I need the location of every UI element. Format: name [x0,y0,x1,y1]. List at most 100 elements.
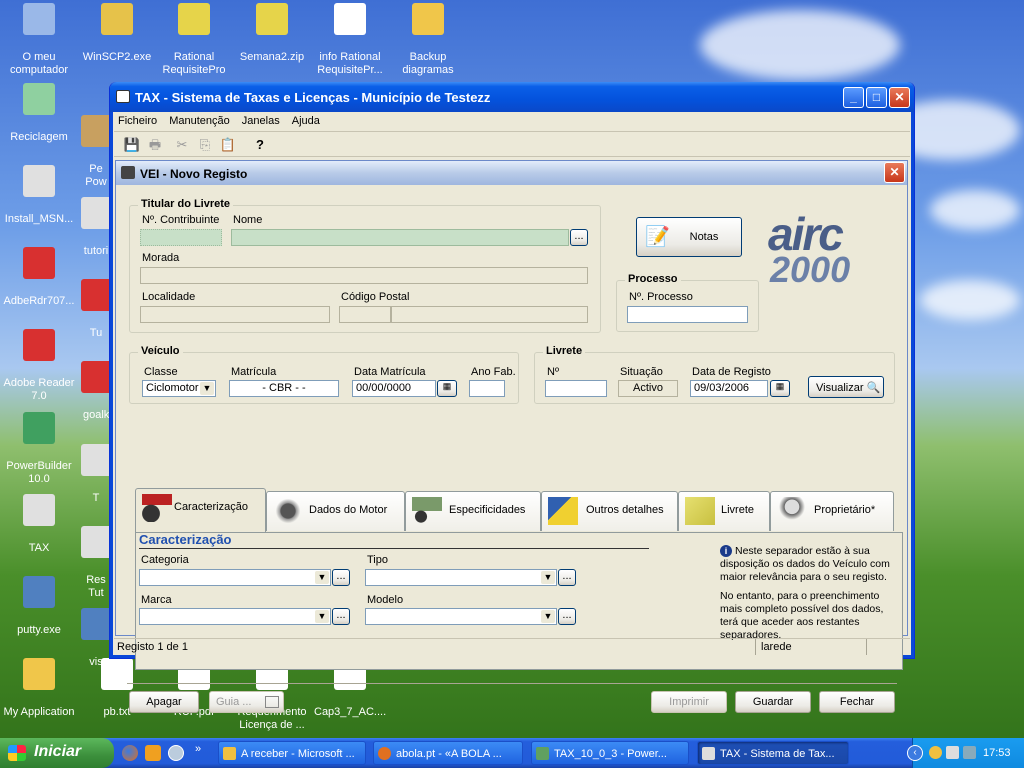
desktop-icon[interactable]: goalk [81,361,111,422]
task-tax[interactable]: TAX - Sistema de Tax... [697,741,849,765]
codpostal-field[interactable] [339,306,391,323]
desktop-icon[interactable]: TAX [1,494,77,555]
desktop-icon[interactable]: Backup diagramas [390,3,466,77]
classe-value: Ciclomotor [146,382,199,394]
categoria-select[interactable]: ▼ [139,569,331,586]
help-icon[interactable]: ? [250,136,270,154]
ie-icon[interactable] [168,745,184,761]
anofab-field[interactable] [469,380,505,397]
datamat-field[interactable]: 00/00/0000 [352,380,436,397]
file-icon [23,83,55,115]
desktop-icon[interactable]: Semana2.zip [234,3,310,64]
chevron-left-icon[interactable]: ‹ [907,745,923,761]
visualizar-button[interactable]: Visualizar 🔍 [808,376,884,398]
tipo-browse-button[interactable]: ... [558,569,576,586]
matricula-field[interactable]: - CBR - - [229,380,339,397]
desktop-icon[interactable]: info Rational RequisitePr... [312,3,388,77]
desktop-icon-label: Pe Pow [85,163,107,188]
datamat-calendar-icon[interactable]: ▦ [437,380,457,397]
tab-livrete[interactable]: Livrete [678,491,770,531]
desktop-icon[interactable]: Adobe Reader 7.0 [1,329,77,403]
guia-button[interactable]: Guia ... [209,691,284,713]
quicklaunch-icon[interactable] [145,745,161,761]
desktop-icon[interactable]: WinSCP2.exe [79,3,155,64]
modelo-select[interactable]: ▼ [365,608,557,625]
nome-field[interactable] [231,229,569,246]
minimize-button[interactable]: _ [843,87,864,108]
start-button[interactable]: Iniciar [0,738,114,768]
categoria-browse-button[interactable]: ... [332,569,350,586]
desktop-icon[interactable]: PowerBuilder 10.0 [1,412,77,486]
menu-ficheiro[interactable]: Ficheiro [114,112,162,127]
tray-icon-3[interactable] [963,746,976,759]
clock[interactable]: 17:53 [983,747,1011,759]
desktop-icon[interactable]: Tu [81,279,111,340]
maximize-button[interactable]: □ [866,87,887,108]
codpostal-label: Código Postal [341,291,410,303]
classe-select[interactable]: Ciclomotor ▼ [142,380,216,397]
menu-ajuda[interactable]: Ajuda [288,112,325,127]
desktop-icon[interactable]: tutori [81,197,111,258]
desktop-icon[interactable]: Pe Pow [81,115,111,189]
tray-icon-1[interactable] [929,746,942,759]
save-icon[interactable]: 💾 [122,136,142,154]
tab-caracterizacao[interactable]: Caracterização [135,488,266,533]
livrete-n-field[interactable] [545,380,607,397]
desktop-icon[interactable]: My Application [1,658,77,719]
marca-browse-button[interactable]: ... [332,608,350,625]
desktop-icon[interactable]: T [81,444,111,505]
morada-field[interactable] [140,267,588,284]
title-bar[interactable]: TAX - Sistema de Taxas e Licenças - Muni… [110,82,914,112]
dialog-close-button[interactable]: ✕ [884,162,905,183]
cut-icon[interactable]: ✂ [172,136,192,154]
file-icon [334,3,366,35]
notas-button[interactable]: 📝 Notas [636,217,742,257]
firefox-icon[interactable] [122,745,138,761]
marca-select[interactable]: ▼ [139,608,331,625]
datamat-label: Data Matrícula [354,366,426,378]
tab-proprietario[interactable]: Proprietário* [770,491,894,531]
file-icon [23,658,55,690]
task-powerbuilder[interactable]: TAX_10_0_3 - Power... [531,741,689,765]
dataregisto-calendar-icon[interactable]: ▦ [770,380,790,397]
copy-icon[interactable]: ⎘ [195,136,215,154]
desktop-icon[interactable]: Res Tut [81,526,111,600]
dataregisto-field[interactable]: 09/03/2006 [690,380,768,397]
fechar-button[interactable]: Fechar [819,691,895,713]
tab-especificidades[interactable]: Especificidades [405,491,541,531]
codpostal-desc-field[interactable] [391,306,588,323]
tipo-select[interactable]: ▼ [365,569,557,586]
imprimir-button[interactable]: Imprimir [651,691,727,713]
guardar-button[interactable]: Guardar [735,691,811,713]
localidade-field[interactable] [140,306,330,323]
modelo-browse-button[interactable]: ... [558,608,576,625]
task-outlook[interactable]: A receber - Microsoft ... [218,741,366,765]
desktop-icon[interactable]: O meu computador [1,3,77,77]
desktop-icon[interactable]: AdbeRdr707... [1,247,77,308]
print-icon[interactable]: 🖶 [145,136,165,154]
tab-outros-detalhes[interactable]: Outros detalhes [541,491,678,531]
desktop-icon[interactable]: Install_MSN... [1,165,77,226]
nome-browse-button[interactable]: ... [570,229,588,246]
tab-dados-motor[interactable]: Dados do Motor [266,491,405,531]
person-icon [777,497,807,525]
contribuinte-field[interactable] [140,229,222,246]
guia-checkbox[interactable] [265,696,279,708]
task-abola[interactable]: abola.pt - «A BOLA ... [373,741,523,765]
close-button[interactable]: ✕ [889,87,910,108]
processo-field[interactable] [627,306,748,323]
desktop-icon[interactable]: Rational RequisitePro [156,3,232,77]
start-label: Iniciar [34,743,82,760]
menu-janelas[interactable]: Janelas [238,112,285,127]
menu-manutencao[interactable]: Manutenção [165,112,235,127]
apagar-button[interactable]: Apagar [129,691,199,713]
desktop-icon[interactable]: putty.exe [1,576,77,637]
paste-icon[interactable]: 📋 [218,136,238,154]
tray-icon-2[interactable] [946,746,959,759]
desktop-icon[interactable]: Reciclagem [1,83,77,144]
dialog-title-bar[interactable]: VEI - Novo Registo ✕ [116,161,907,185]
chevron-right-icon[interactable]: » [195,743,201,755]
section-title: Caracterização [139,532,232,547]
situacao-field: Activo [618,380,678,397]
file-icon [101,3,133,35]
